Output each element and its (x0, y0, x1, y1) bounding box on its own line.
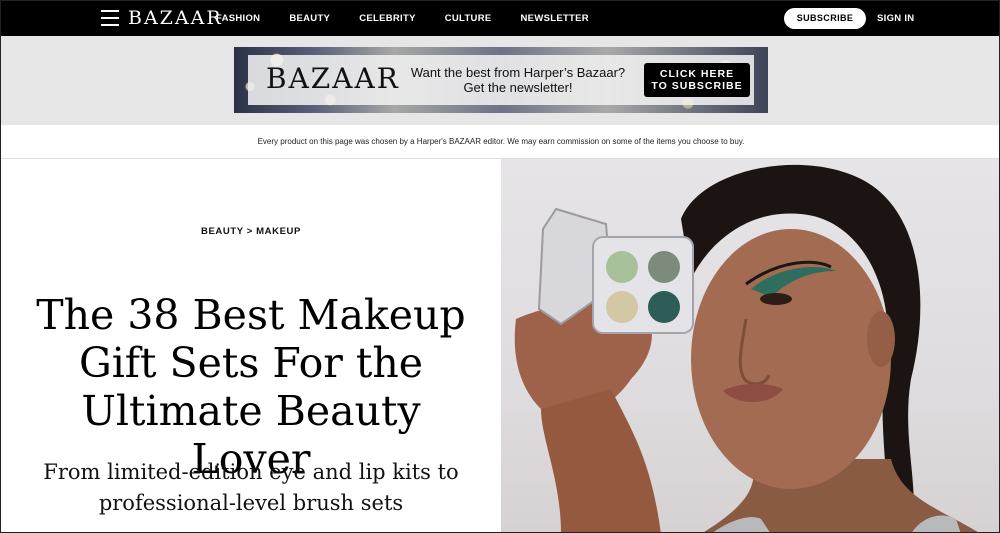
nav-item-celebrity[interactable]: CELEBRITY (359, 13, 416, 24)
hero-illustration (514, 164, 978, 532)
ad-cta-line2: TO SUBSCRIBE (651, 80, 743, 92)
hero-text-panel: BEAUTY > MAKEUP The 38 Best Makeup Gift … (1, 159, 501, 532)
ad-text-line1: Want the best from Harper’s Bazaar? (410, 65, 626, 80)
ad-inner-panel: BAZAAR Want the best from Harper’s Bazaa… (248, 55, 754, 105)
breadcrumb-beauty[interactable]: BEAUTY (201, 226, 244, 237)
nav-item-beauty[interactable]: BEAUTY (289, 13, 330, 24)
page-frame: BAZAAR FASHION BEAUTY CELEBRITY CULTURE … (0, 0, 1000, 533)
ad-text: Want the best from Harper’s Bazaar? Get … (398, 65, 638, 95)
hero-image (501, 159, 999, 532)
ad-subscribe-cta[interactable]: CLICK HERE TO SUBSCRIBE (644, 63, 750, 97)
article-headline: The 38 Best Makeup Gift Sets For the Ult… (36, 291, 466, 483)
top-nav: BAZAAR FASHION BEAUTY CELEBRITY CULTURE … (1, 1, 999, 36)
ad-strip: BAZAAR Want the best from Harper’s Bazaa… (1, 36, 999, 125)
newsletter-ad-banner[interactable]: BAZAAR Want the best from Harper’s Bazaa… (234, 47, 768, 113)
ad-text-line2: Get the newsletter! (463, 80, 573, 95)
primary-nav: FASHION BEAUTY CELEBRITY CULTURE NEWSLET… (216, 13, 618, 24)
ad-logo: BAZAAR (266, 62, 400, 95)
affiliate-disclaimer: Every product on this page was chosen by… (1, 125, 999, 159)
subscribe-button[interactable]: SUBSCRIBE (784, 8, 866, 29)
site-logo[interactable]: BAZAAR (128, 7, 223, 29)
sign-in-link[interactable]: SIGN IN (877, 13, 914, 24)
menu-icon[interactable] (101, 10, 119, 26)
nav-item-culture[interactable]: CULTURE (445, 13, 492, 24)
ad-cta-line1: CLICK HERE (659, 68, 735, 80)
article-dek: From limited-edition eye and lip kits to… (43, 460, 459, 515)
nav-item-fashion[interactable]: FASHION (216, 13, 260, 24)
breadcrumb: BEAUTY > MAKEUP (1, 226, 501, 237)
breadcrumb-makeup[interactable]: MAKEUP (256, 226, 301, 237)
nav-item-newsletter[interactable]: NEWSLETTER (521, 13, 589, 24)
breadcrumb-separator: > (243, 226, 257, 237)
